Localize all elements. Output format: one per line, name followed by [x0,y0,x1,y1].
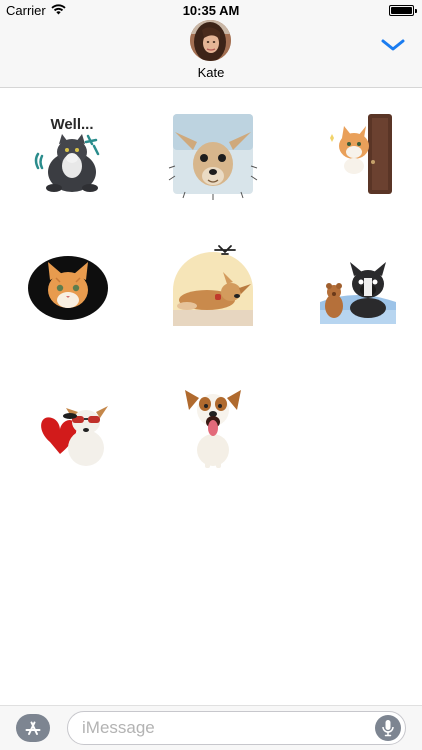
microphone-icon[interactable] [375,715,401,741]
sticker-chihuahua-closeup[interactable] [165,106,261,202]
status-time: 10:35 AM [182,3,240,18]
messages-screen: Carrier 10:35 AM Kate Well... iMessage [0,0,422,750]
sticker-kitten-oval[interactable] [20,240,116,336]
message-field[interactable] [67,711,406,745]
avatar[interactable] [190,20,231,61]
message-input-bar [0,705,422,750]
battery-icon [389,5,417,16]
battery-nub [415,9,417,13]
sticker-caption: Well... [50,116,93,133]
contact-name[interactable]: Kate [0,65,422,80]
sticker-cat-peeking-door[interactable] [308,108,404,204]
chevron-down-icon[interactable] [380,36,406,54]
sticker-jack-russell-tongue[interactable] [165,376,261,472]
message-input[interactable] [82,712,362,744]
conversation-header: Kate [0,20,422,88]
status-bar: Carrier 10:35 AM [0,0,422,22]
sticker-dog-sunglasses-heart[interactable] [26,382,122,478]
app-store-icon[interactable] [16,714,50,742]
battery-fill [391,7,412,14]
sticker-dog-lying[interactable] [165,238,261,334]
sticker-fat-cat-well[interactable]: Well... [26,100,122,196]
sticker-bulldog-teddy[interactable] [308,248,404,344]
